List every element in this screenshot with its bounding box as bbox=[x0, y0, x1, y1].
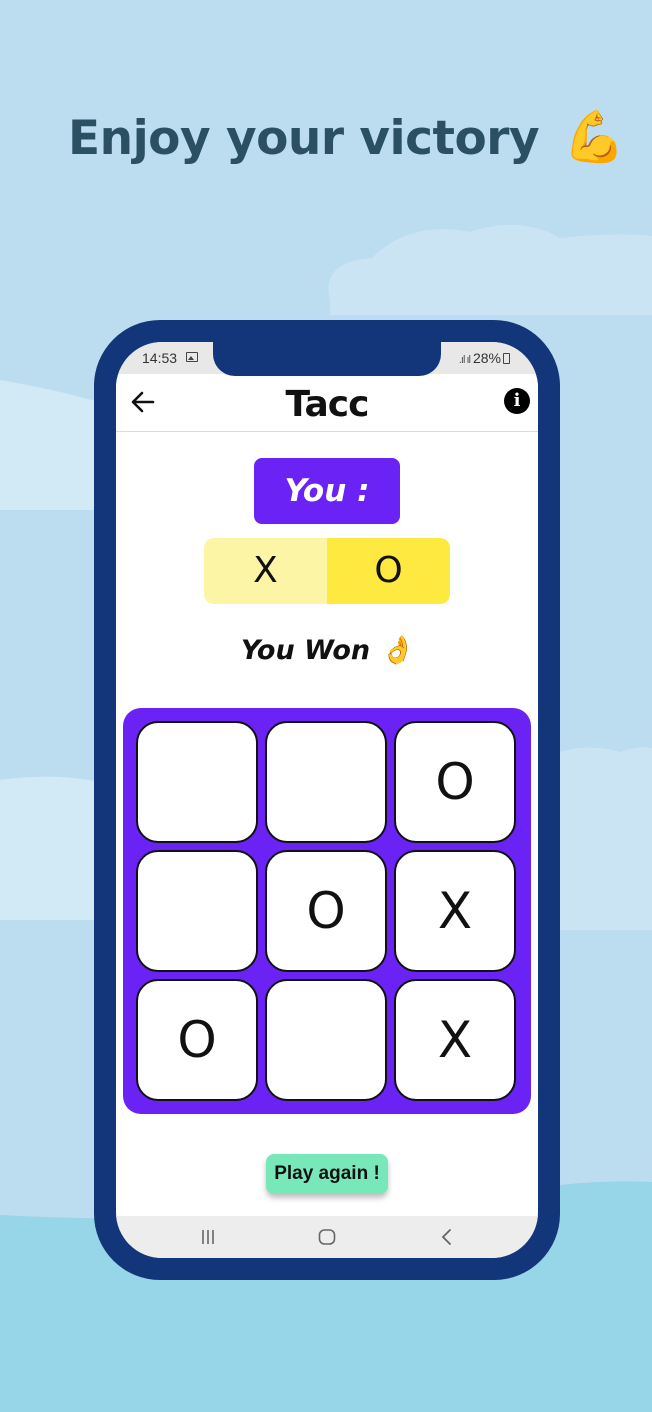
status-time: 14:53 bbox=[142, 350, 178, 366]
battery-icon bbox=[503, 353, 510, 364]
board-cell-4[interactable]: O bbox=[265, 850, 387, 972]
system-nav-bar bbox=[116, 1216, 538, 1258]
phone-notch bbox=[213, 342, 441, 376]
score-x: X bbox=[204, 538, 327, 604]
recents-button[interactable] bbox=[178, 1216, 238, 1258]
app-title: Tacc bbox=[285, 384, 370, 425]
board-cell-5[interactable]: X bbox=[394, 850, 516, 972]
app-bar: Tacc i bbox=[116, 374, 538, 432]
back-nav-button[interactable] bbox=[417, 1216, 477, 1258]
home-icon bbox=[318, 1229, 336, 1245]
score-o: O bbox=[327, 538, 450, 604]
board-cell-0[interactable] bbox=[136, 721, 258, 843]
board-cell-7[interactable] bbox=[265, 979, 387, 1101]
info-icon[interactable]: i bbox=[504, 388, 530, 414]
board-cell-2[interactable]: O bbox=[394, 721, 516, 843]
board-cell-6[interactable]: O bbox=[136, 979, 258, 1101]
player-badge: You : bbox=[254, 458, 400, 524]
board-cell-3[interactable] bbox=[136, 850, 258, 972]
phone-screen: 14:53 .ıl ıl 28% Tacc i You : X O You Won… bbox=[116, 342, 538, 1258]
battery-percent: 28% bbox=[472, 350, 501, 366]
status-right: .ıl ıl 28% bbox=[459, 350, 510, 366]
score-panel: X O bbox=[204, 538, 450, 604]
board-cell-1[interactable] bbox=[265, 721, 387, 843]
game-board: O O X O X bbox=[123, 708, 531, 1114]
home-button[interactable] bbox=[297, 1216, 357, 1258]
gallery-icon bbox=[186, 352, 198, 362]
headline: Enjoy your victory 💪 bbox=[68, 108, 625, 167]
back-nav-icon bbox=[441, 1229, 451, 1245]
board-cell-8[interactable]: X bbox=[394, 979, 516, 1101]
signal-icon: .ıl ıl bbox=[458, 354, 471, 366]
flexed-biceps-icon: 💪 bbox=[563, 108, 625, 166]
headline-text: Enjoy your victory bbox=[68, 111, 540, 166]
result-text: You Won 👌 bbox=[240, 635, 414, 666]
play-again-button[interactable]: Play again ! bbox=[266, 1154, 388, 1194]
recents-icon bbox=[202, 1230, 214, 1244]
